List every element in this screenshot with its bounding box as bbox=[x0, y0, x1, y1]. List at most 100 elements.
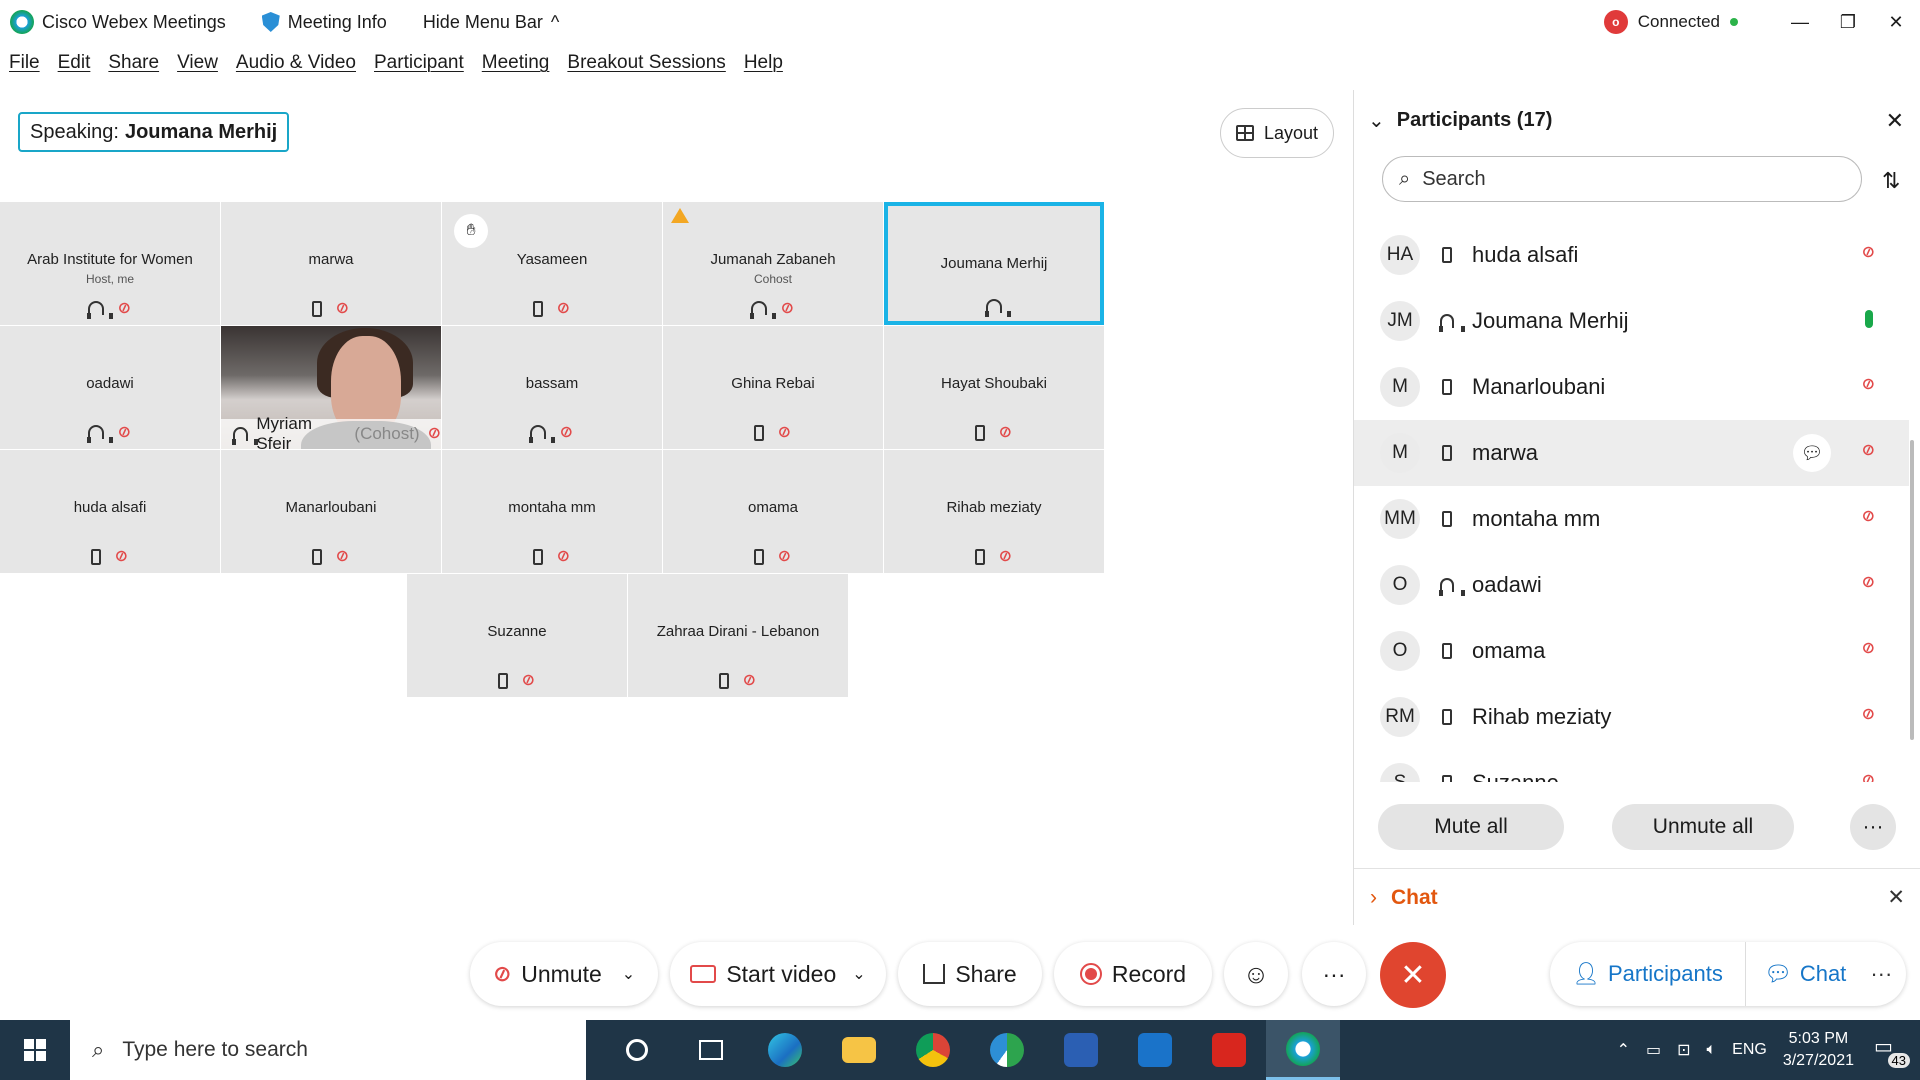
share-button[interactable]: Share bbox=[898, 942, 1042, 1006]
language-indicator[interactable]: ENG bbox=[1732, 1041, 1767, 1059]
menu-share[interactable]: Share bbox=[108, 52, 159, 84]
right-more-button[interactable]: ··· bbox=[1870, 961, 1892, 987]
private-chat-button[interactable]: 💬︎ bbox=[1793, 434, 1831, 472]
participant-tile[interactable]: Jumanah Zabaneh Cohost ⊘ bbox=[663, 202, 883, 325]
menu-edit[interactable]: Edit bbox=[58, 52, 91, 84]
chat-panel-header[interactable]: › Chat ✕ bbox=[1354, 868, 1920, 926]
participant-list-item[interactable]: JM Joumana Merhij bbox=[1354, 288, 1909, 354]
mute-all-button[interactable]: Mute all bbox=[1378, 804, 1564, 850]
muted-mic-icon[interactable]: ⊘ bbox=[1859, 242, 1877, 263]
network-icon[interactable]: ⊡ bbox=[1677, 1040, 1690, 1060]
participants-toggle-button[interactable]: 👤︎ Participants bbox=[1572, 961, 1723, 987]
maps-icon[interactable] bbox=[970, 1020, 1044, 1080]
participant-tile[interactable]: Manarloubani ⊘ bbox=[221, 450, 441, 573]
headset-icon bbox=[87, 301, 114, 319]
record-button[interactable]: Record bbox=[1054, 942, 1212, 1006]
panel-more-button[interactable]: ··· bbox=[1850, 804, 1896, 850]
participant-tile[interactable]: Joumana Merhij bbox=[884, 202, 1104, 325]
close-chat-button[interactable]: ✕ bbox=[1887, 885, 1905, 910]
layout-button[interactable]: Layout bbox=[1220, 108, 1334, 158]
menu-audio-video[interactable]: Audio & Video bbox=[236, 52, 356, 84]
participant-tile[interactable]: Arab Institute for Women Host, me ⊘ bbox=[0, 202, 220, 325]
muted-mic-icon[interactable]: ⊘ bbox=[1859, 770, 1877, 782]
menu-participant[interactable]: Participant bbox=[374, 52, 464, 84]
chat-toggle-button[interactable]: 💬︎ Chat bbox=[1744, 942, 1846, 1006]
notification-center-button[interactable]: ▭ 43 bbox=[1870, 1032, 1910, 1068]
participant-list-item[interactable]: RM Rihab meziaty ⊘ bbox=[1354, 684, 1909, 750]
participant-list-item[interactable]: M Manarloubani ⊘ bbox=[1354, 354, 1909, 420]
reactions-button[interactable]: ☺ bbox=[1224, 942, 1288, 1006]
word-icon[interactable] bbox=[1044, 1020, 1118, 1080]
participant-tile[interactable]: bassam ⊘ bbox=[442, 326, 662, 449]
participant-list-item[interactable]: MM montaha mm ⊘ bbox=[1354, 486, 1909, 552]
task-view-icon[interactable] bbox=[674, 1020, 748, 1080]
participant-tile[interactable]: Myriam Sfeir (Cohost) ⊘ bbox=[221, 326, 441, 449]
participant-search-input[interactable]: ⌕ Search bbox=[1382, 156, 1862, 202]
more-options-button[interactable]: ··· bbox=[1302, 942, 1366, 1006]
shield-icon bbox=[261, 12, 280, 32]
participant-tile[interactable]: Yasameen ⊘ ✋︎ bbox=[442, 202, 662, 325]
participant-tile[interactable]: Suzanne ⊘ bbox=[407, 574, 627, 697]
sort-icon[interactable]: ⇅ bbox=[1882, 168, 1900, 194]
restore-button[interactable]: ❐ bbox=[1824, 0, 1872, 44]
participant-tile[interactable]: huda alsafi ⊘ bbox=[0, 450, 220, 573]
edge-icon[interactable] bbox=[748, 1020, 822, 1080]
muted-mic-icon[interactable]: ⊘ bbox=[1859, 374, 1877, 395]
chevron-down-icon[interactable]: ⌄ bbox=[1368, 108, 1385, 133]
close-panel-button[interactable]: ✕ bbox=[1886, 108, 1904, 134]
chevron-down-icon[interactable]: ⌄ bbox=[622, 964, 635, 984]
meeting-info-button[interactable]: Meeting Info bbox=[261, 12, 387, 33]
participant-list-item[interactable]: Ooadawi ⊘ bbox=[1354, 552, 1909, 618]
muted-mic-icon[interactable]: ⊘ bbox=[1859, 572, 1877, 593]
participant-list-item[interactable]: Oomama ⊘ bbox=[1354, 618, 1909, 684]
participant-list-item[interactable]: Mmarwa 💬︎ ⊘ bbox=[1354, 420, 1909, 486]
participant-tile[interactable]: Zahraa Dirani - Lebanon ⊘ bbox=[628, 574, 848, 697]
acrobat-icon[interactable] bbox=[1192, 1020, 1266, 1080]
close-window-button[interactable]: ✕ bbox=[1872, 0, 1920, 44]
participant-tile[interactable]: oadawi ⊘ bbox=[0, 326, 220, 449]
volume-icon[interactable]: 🔈︎ bbox=[1707, 1041, 1717, 1059]
menu-view[interactable]: View bbox=[177, 52, 218, 84]
muted-mic-icon[interactable]: ⊘ bbox=[1859, 704, 1877, 725]
share-icon bbox=[923, 964, 946, 984]
end-meeting-button[interactable]: ✕ bbox=[1380, 942, 1446, 1008]
active-mic-icon[interactable] bbox=[1865, 310, 1873, 328]
outlook-icon[interactable] bbox=[1118, 1020, 1192, 1080]
participant-list-scrollbar[interactable] bbox=[1910, 440, 1914, 740]
menu-file[interactable]: File bbox=[9, 52, 40, 84]
participant-tile[interactable]: Ghina Rebai ⊘ bbox=[663, 326, 883, 449]
minimize-button[interactable]: — bbox=[1776, 0, 1824, 44]
menu-breakout-sessions[interactable]: Breakout Sessions bbox=[567, 52, 725, 84]
start-button[interactable] bbox=[0, 1020, 70, 1080]
connection-status[interactable]: o Connected bbox=[1603, 10, 1738, 34]
participant-list-item[interactable]: HA huda alsafi ⊘ bbox=[1354, 222, 1909, 288]
muted-mic-icon[interactable]: ⊘ bbox=[1859, 440, 1877, 461]
unmute-button[interactable]: ⊘ Unmute ⌄ bbox=[470, 942, 658, 1006]
clock[interactable]: 5:03 PM 3/27/2021 bbox=[1783, 1028, 1854, 1072]
menu-meeting[interactable]: Meeting bbox=[482, 52, 550, 84]
battery-icon[interactable]: ▭ bbox=[1646, 1040, 1661, 1060]
hide-menu-bar-button[interactable]: Hide Menu Bar ^ bbox=[423, 12, 560, 33]
participant-name: oadawi bbox=[86, 375, 134, 392]
taskbar-search-input[interactable]: ⌕ Type here to search bbox=[70, 1020, 586, 1080]
participants-header[interactable]: ⌄ Participants (17) bbox=[1354, 90, 1920, 150]
cortana-icon[interactable] bbox=[600, 1020, 674, 1080]
muted-mic-icon[interactable]: ⊘ bbox=[1859, 506, 1877, 527]
unmute-all-button[interactable]: Unmute all bbox=[1612, 804, 1794, 850]
start-video-button[interactable]: Start video ⌄ bbox=[670, 942, 886, 1006]
participant-tile[interactable]: Rihab meziaty ⊘ bbox=[884, 450, 1104, 573]
muted-mic-icon[interactable]: ⊘ bbox=[1859, 638, 1877, 659]
participant-tile[interactable]: montaha mm ⊘ bbox=[442, 450, 662, 573]
chrome-icon[interactable] bbox=[896, 1020, 970, 1080]
participant-tile[interactable]: marwa ⊘ bbox=[221, 202, 441, 325]
webex-taskbar-icon[interactable] bbox=[1266, 1020, 1340, 1080]
participant-tile[interactable]: Hayat Shoubaki ⊘ bbox=[884, 326, 1104, 449]
participant-list-item[interactable]: S Suzanne ⊘ bbox=[1354, 750, 1909, 782]
avatar: M bbox=[1380, 433, 1420, 473]
chevron-down-icon[interactable]: ⌄ bbox=[852, 964, 865, 984]
menu-help[interactable]: Help bbox=[744, 52, 783, 84]
headset-icon bbox=[231, 427, 259, 445]
file-explorer-icon[interactable] bbox=[822, 1020, 896, 1080]
participant-tile[interactable]: omama ⊘ bbox=[663, 450, 883, 573]
chevron-up-icon[interactable]: ⌃ bbox=[1617, 1040, 1630, 1060]
